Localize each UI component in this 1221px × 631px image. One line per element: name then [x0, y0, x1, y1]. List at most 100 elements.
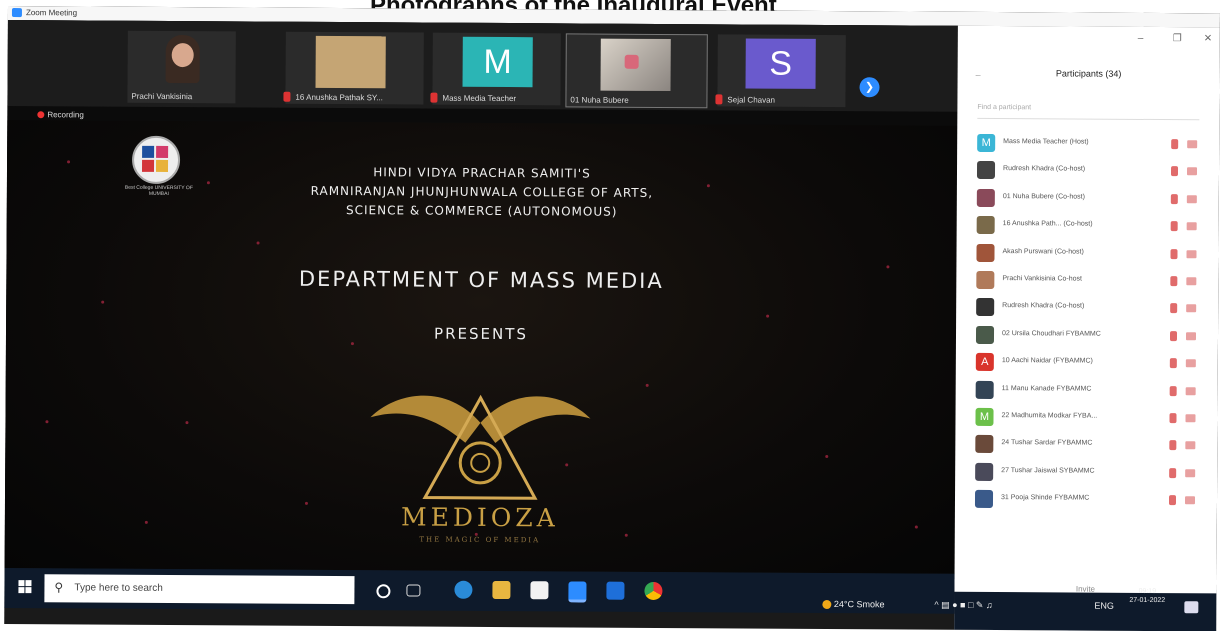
taskbar-clock[interactable]: 09:19 27-01-2022: [1129, 587, 1165, 605]
muted-mic-icon[interactable]: [1169, 330, 1178, 341]
video-off-icon[interactable]: [1185, 441, 1196, 450]
participant-name: 11 Manu Kanade FYBAMMC: [1001, 384, 1092, 393]
weather-icon: [822, 600, 832, 610]
slide-background-particles: [7, 120, 957, 537]
muted-mic-icon[interactable]: [1169, 413, 1177, 424]
window-controls: – ❐ ✕: [958, 32, 1220, 48]
participant-row[interactable]: 01 Nuha Bubere (Co-host): [957, 185, 1219, 214]
video-off-icon[interactable]: [1186, 304, 1197, 313]
participant-avatar: [976, 216, 995, 235]
slide-department: DEPARTMENT OF MASS MEDIA: [298, 266, 664, 294]
video-thumbnail[interactable]: M Mass Media Teacher: [430, 32, 561, 106]
weather-widget[interactable]: 24°C Smoke: [822, 599, 885, 610]
edge-icon[interactable]: [454, 580, 473, 599]
muted-mic-icon[interactable]: [1170, 166, 1179, 177]
muted-mic-icon[interactable]: [1170, 276, 1178, 287]
video-thumbnail[interactable]: 01 Nuha Bubere: [565, 33, 708, 109]
participant-avatar: [976, 188, 995, 207]
chrome-icon[interactable]: [644, 581, 663, 601]
video-off-icon[interactable]: [1185, 468, 1196, 477]
zoom-taskbar-icon[interactable]: [568, 581, 587, 603]
video-off-icon[interactable]: [1186, 194, 1197, 204]
video-off-icon[interactable]: [1185, 331, 1197, 340]
store-icon[interactable]: [530, 581, 549, 600]
zoom-icon: [11, 8, 22, 18]
video-off-icon[interactable]: [1185, 386, 1196, 395]
video-off-icon[interactable]: [1185, 414, 1196, 423]
windows-start-icon[interactable]: [18, 580, 32, 594]
participant-row[interactable]: 11 Manu Kanade FYBAMMC: [956, 376, 1218, 405]
thumbnail-name: Prachi Vankisinia: [131, 91, 193, 102]
video-thumbnail[interactable]: S Sejal Chavan: [715, 34, 846, 108]
muted-mic-icon[interactable]: [1169, 467, 1177, 478]
participant-name: 22 Madhumita Modkar FYBA...: [1001, 411, 1098, 420]
participant-row[interactable]: Rudresh Khadra (Co-host): [956, 294, 1218, 323]
participant-avatar: A: [975, 353, 994, 372]
close-icon[interactable]: ✕: [1204, 33, 1212, 44]
participant-row[interactable]: Akash Purswani (Co-host): [956, 239, 1218, 268]
cortana-icon[interactable]: [376, 584, 391, 599]
participant-search-input[interactable]: Find a participant: [977, 103, 1200, 121]
mail-icon[interactable]: [606, 581, 625, 600]
participant-avatar: [976, 243, 995, 262]
participant-name: 24 Tushar Sardar FYBAMMC: [1001, 439, 1093, 447]
participants-title: Participants (34): [1055, 68, 1122, 79]
muted-mic-icon[interactable]: [1170, 248, 1178, 259]
video-off-icon[interactable]: [1186, 277, 1197, 286]
muted-mic-icon[interactable]: [1169, 358, 1177, 369]
participant-name: Akash Purswani (Co-host): [1002, 247, 1084, 256]
video-thumbnail[interactable]: 16 Anushka Pathak SY...: [283, 31, 424, 105]
video-off-icon[interactable]: [1186, 222, 1197, 231]
muted-mic-icon[interactable]: [1170, 303, 1178, 314]
minimize-icon[interactable]: –: [1138, 33, 1144, 44]
participant-name: 27 Tushar Jaiswal SYBAMMC: [1001, 466, 1095, 475]
brand-tagline: THE MAGIC OF MEDIA: [419, 535, 541, 545]
search-icon: ⚲: [54, 580, 64, 595]
participant-row[interactable]: 02 Ursila Choudhari FYBAMMC: [956, 322, 1218, 351]
participant-row[interactable]: 16 Anushka Path... (Co-host): [957, 212, 1219, 241]
next-page-arrow-icon[interactable]: ❯: [859, 77, 880, 98]
participant-name: 02 Ursila Choudhari FYBAMMC: [1001, 329, 1101, 338]
taskbar-search-input[interactable]: ⚲ Type here to search: [44, 574, 355, 605]
avatar: S: [745, 38, 816, 89]
notification-icon[interactable]: [1184, 601, 1199, 614]
recording-label: Recording: [47, 110, 84, 120]
participant-row[interactable]: 31 Pooja Shinde FYBAMMC: [955, 486, 1217, 515]
participant-avatar: [975, 435, 994, 454]
participant-avatar: [976, 161, 996, 180]
language-indicator[interactable]: ENG: [1094, 601, 1114, 611]
participant-name: Rudresh Khadra (Co-host): [1003, 165, 1086, 173]
participant-row[interactable]: 24 Tushar Sardar FYBAMMC: [955, 431, 1217, 460]
zoom-window: Zoom Meeting Prachi Vankisinia 16 Anushk…: [4, 6, 1220, 631]
muted-mic-icon: [283, 91, 291, 102]
recording-indicator: Recording: [37, 110, 84, 119]
participant-name: Mass Media Teacher (Host): [1003, 138, 1089, 146]
video-off-icon[interactable]: [1186, 167, 1198, 176]
task-view-icon[interactable]: [406, 584, 421, 597]
restore-icon[interactable]: ❐: [1173, 33, 1182, 44]
muted-mic-icon[interactable]: [1168, 495, 1177, 506]
muted-mic-icon[interactable]: [1171, 139, 1179, 150]
video-off-icon[interactable]: [1187, 140, 1198, 149]
muted-mic-icon[interactable]: [1169, 440, 1177, 451]
taskbar-tray: [954, 591, 1217, 631]
participant-row[interactable]: A 10 Aachi Naidar (FYBAMMC): [956, 349, 1218, 378]
video-off-icon[interactable]: [1184, 496, 1196, 505]
system-tray-icons[interactable]: ^ ▤ ● ■ □ ✎ ♫: [934, 600, 992, 611]
file-explorer-icon[interactable]: [492, 580, 511, 600]
muted-mic-icon[interactable]: [1169, 385, 1177, 396]
participant-row[interactable]: M Mass Media Teacher (Host): [957, 130, 1219, 159]
muted-mic-icon[interactable]: [1170, 193, 1178, 204]
participant-row[interactable]: 27 Tushar Jaiswal SYBAMMC: [955, 458, 1217, 487]
muted-mic-icon: [715, 94, 723, 105]
muted-mic-icon[interactable]: [1170, 221, 1178, 232]
participant-row[interactable]: Prachi Vankisinia Co-host: [956, 267, 1218, 296]
clock-date: 27-01-2022: [1129, 596, 1166, 605]
video-thumbnail[interactable]: Prachi Vankisinia: [127, 30, 236, 104]
participant-row[interactable]: Rudresh Khadra (Co-host): [957, 157, 1219, 186]
participants-panel: – ❐ ✕ – Participants (34) Find a partici…: [954, 25, 1220, 631]
participant-row[interactable]: M 22 Madhumita Modkar FYBA...: [955, 404, 1217, 433]
participant-face: [171, 43, 194, 68]
video-off-icon[interactable]: [1186, 249, 1197, 258]
video-off-icon[interactable]: [1185, 359, 1196, 368]
